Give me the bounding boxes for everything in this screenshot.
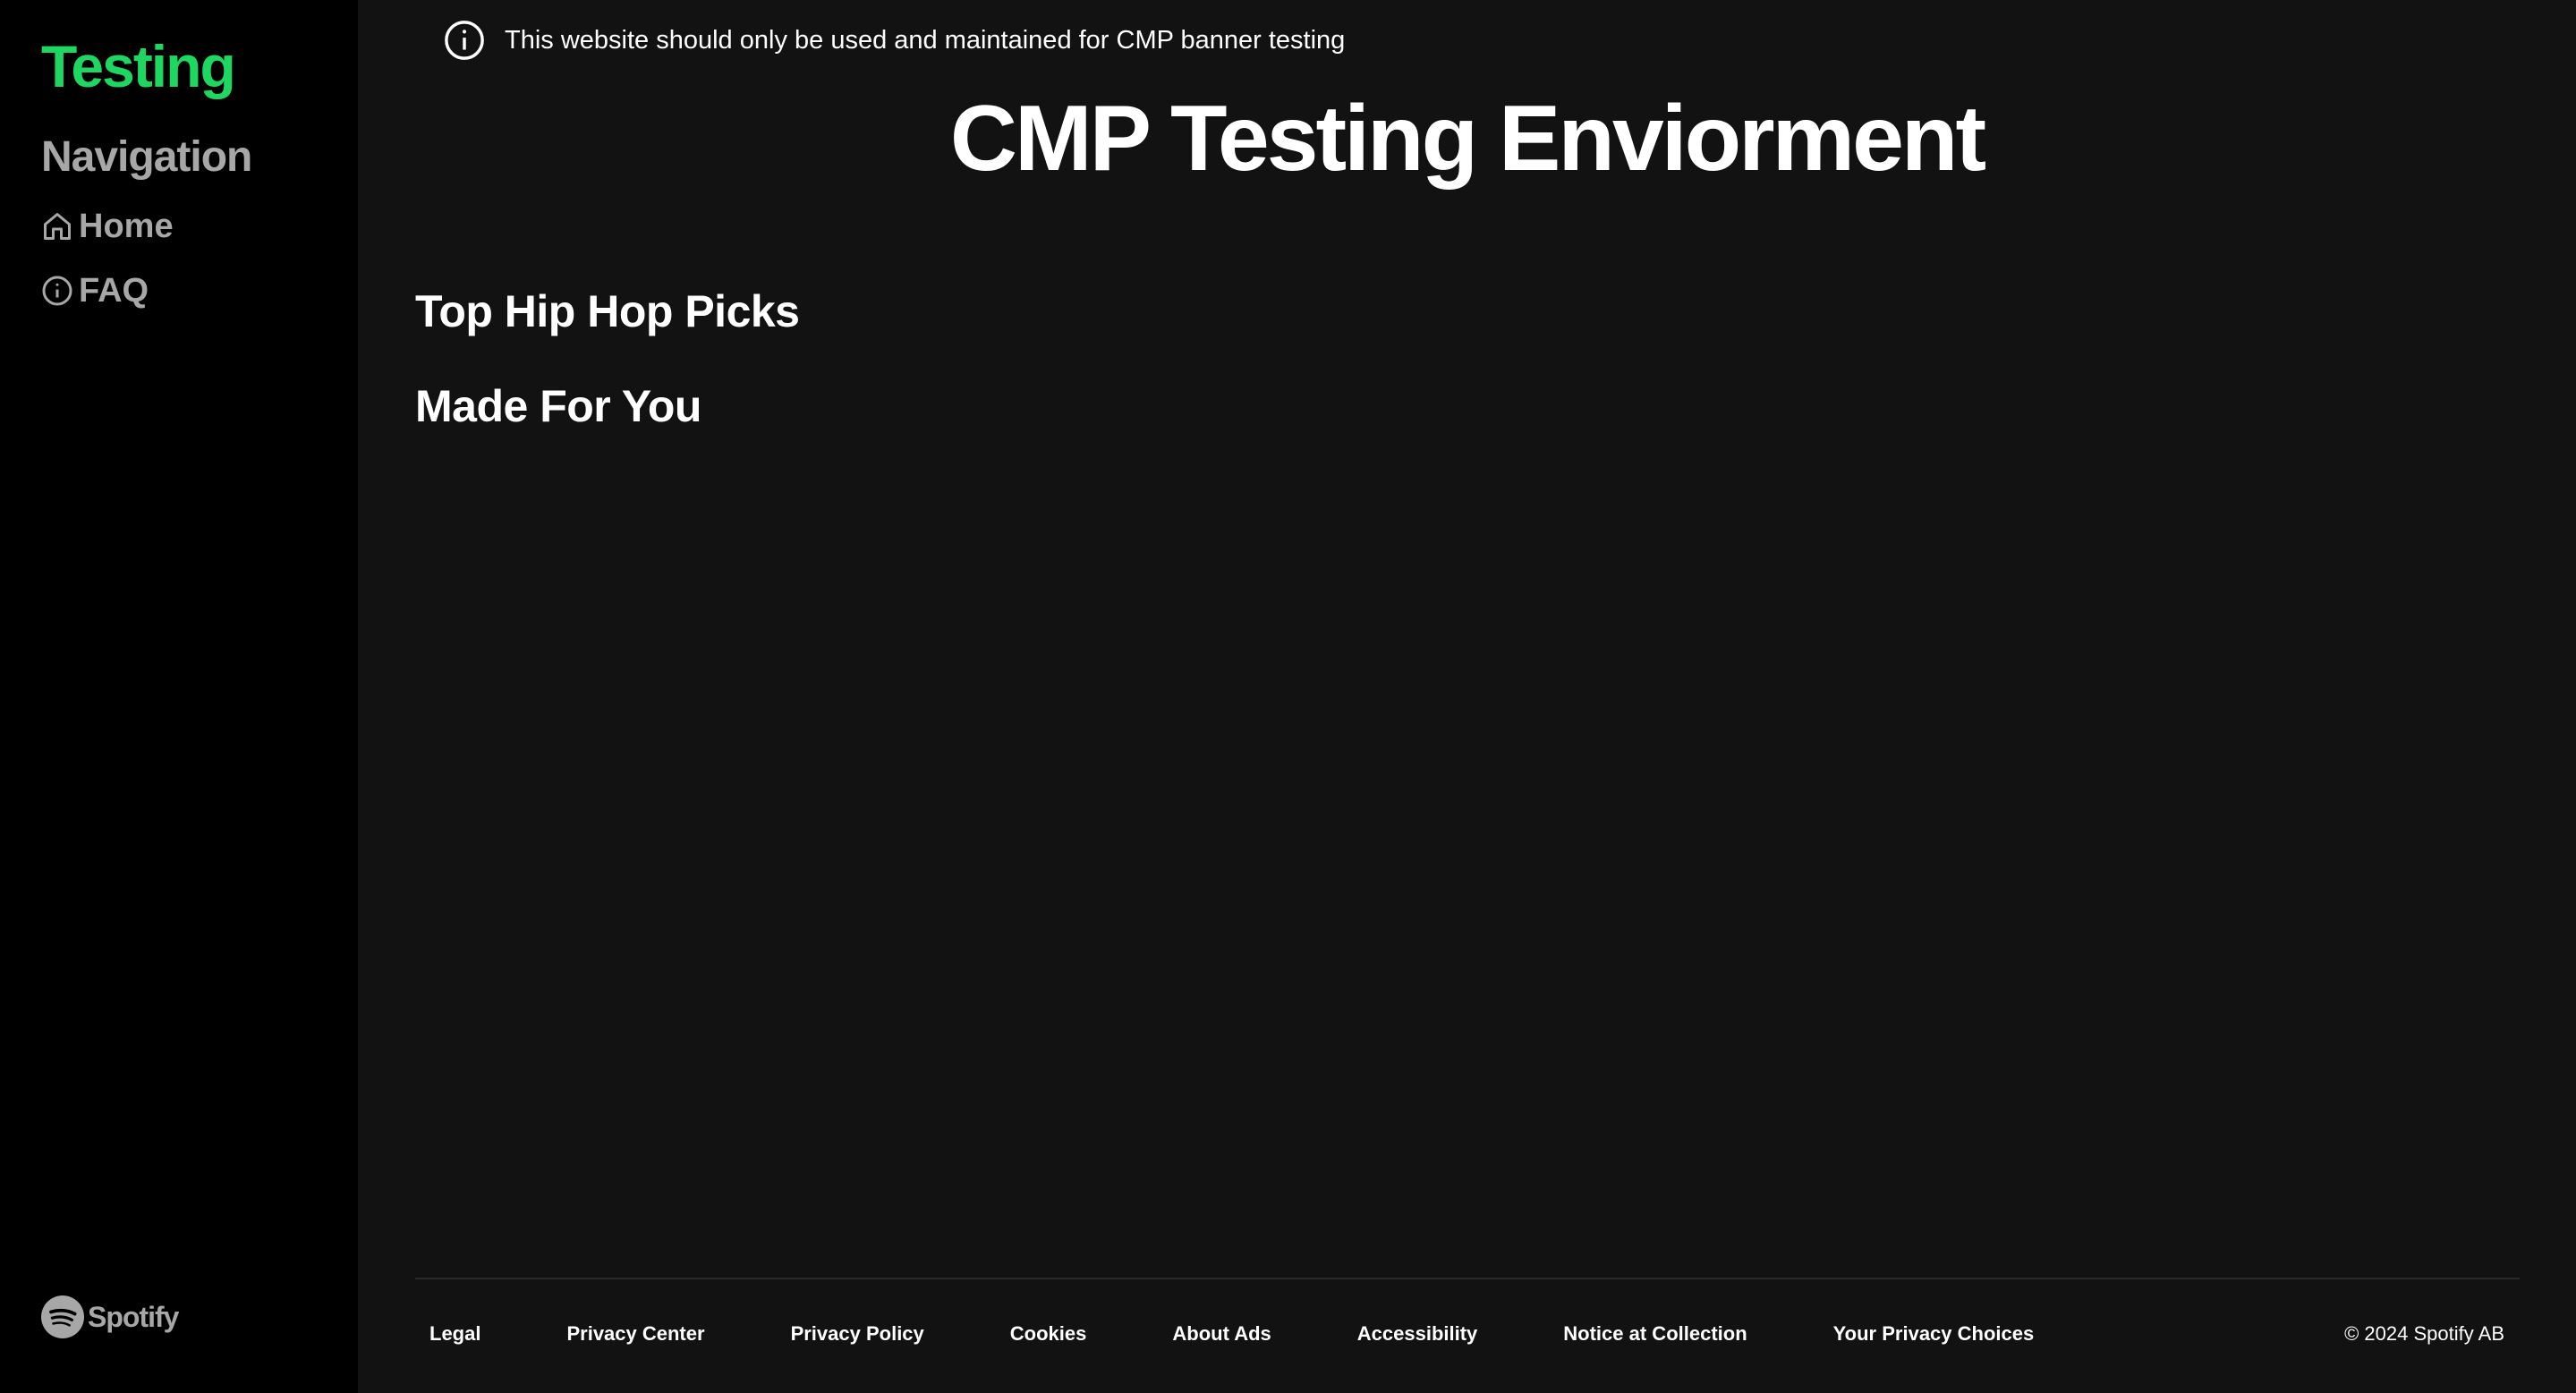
brand-title: Testing — [41, 33, 236, 99]
sidebar-item-label: FAQ — [79, 272, 149, 310]
footer-link-accessibility[interactable]: Accessibility — [1357, 1322, 1478, 1346]
section-title-top-hip-hop-picks: Top Hip Hop Picks — [415, 286, 800, 336]
spotify-icon — [41, 1295, 84, 1338]
footer-link-privacy-center[interactable]: Privacy Center — [566, 1322, 704, 1346]
footer-link-legal[interactable]: Legal — [429, 1322, 480, 1346]
footer-link-cookies[interactable]: Cookies — [1010, 1322, 1087, 1346]
sidebar: Testing Navigation Home FAQ Spotify — [0, 0, 358, 1393]
app-root: Testing Navigation Home FAQ Spotify This… — [0, 0, 2576, 1393]
notice-text: This website should only be used and mai… — [505, 25, 1346, 55]
footer-link-about-ads[interactable]: About Ads — [1172, 1322, 1271, 1346]
notice-banner: This website should only be used and mai… — [444, 20, 1345, 61]
sidebar-item-faq[interactable]: FAQ — [41, 268, 149, 313]
page-title: CMP Testing Enviorment — [949, 87, 1986, 191]
footer-link-your-privacy-choices[interactable]: Your Privacy Choices — [1833, 1322, 2035, 1346]
home-icon — [44, 213, 71, 240]
info-icon — [445, 21, 484, 60]
nav-heading: Navigation — [41, 133, 252, 181]
sidebar-item-home[interactable]: Home — [41, 204, 174, 249]
sidebar-item-label: Home — [79, 208, 174, 245]
section-title-made-for-you: Made For You — [415, 381, 701, 431]
footer-links: Legal Privacy Center Privacy Policy Cook… — [429, 1322, 2120, 1346]
info-icon — [42, 276, 72, 306]
spotify-logo[interactable]: Spotify — [41, 1295, 179, 1338]
footer-link-privacy-policy[interactable]: Privacy Policy — [791, 1322, 924, 1346]
footer-link-notice-at-collection[interactable]: Notice at Collection — [1563, 1322, 1747, 1346]
footer-divider — [415, 1278, 2520, 1279]
spotify-logo-text: Spotify — [88, 1300, 179, 1333]
main-content: This website should only be used and mai… — [358, 0, 2576, 1393]
copyright-text: © 2024 Spotify AB — [2344, 1322, 2504, 1345]
